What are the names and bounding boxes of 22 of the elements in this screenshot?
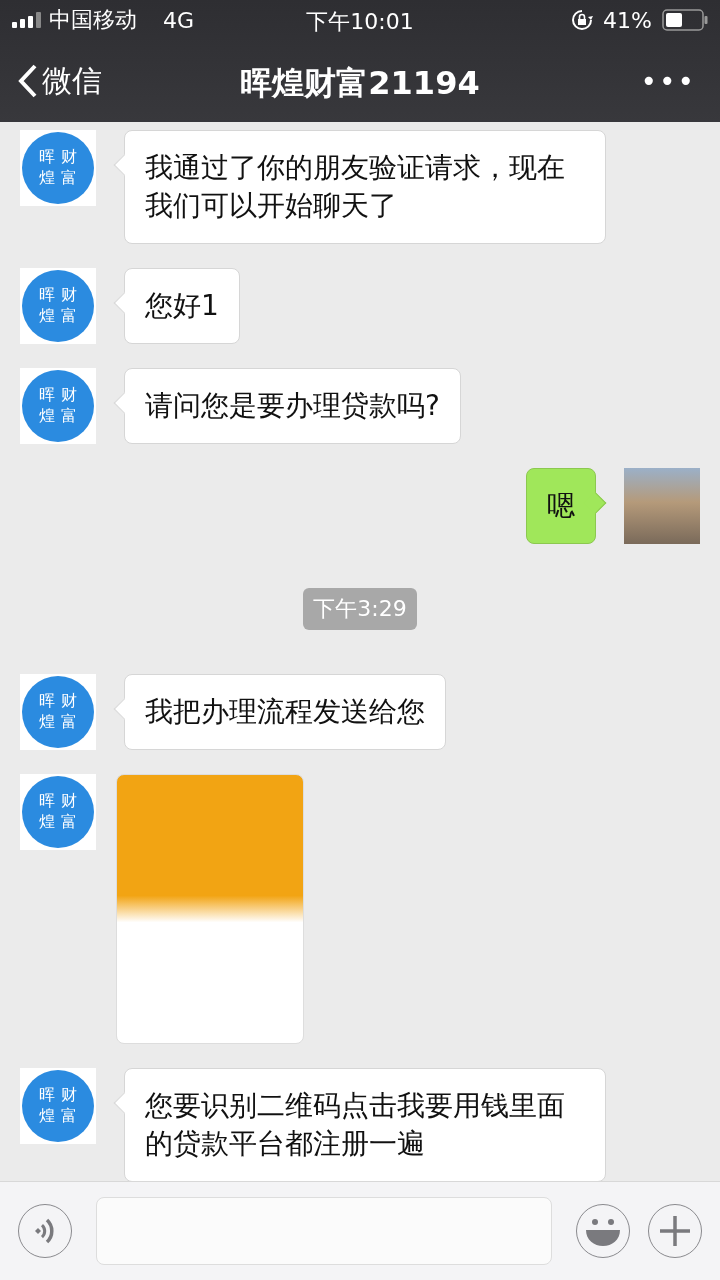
avatar-logo[interactable]: 晖 财 煌 富: [20, 1068, 96, 1144]
status-time: 下午10:01: [306, 9, 414, 34]
more-button[interactable]: •••: [634, 63, 702, 99]
rotation-lock-icon: [571, 9, 594, 31]
battery-icon: [662, 9, 708, 31]
avatar-logo[interactable]: 晖 财 煌 富: [20, 130, 96, 206]
chevron-left-icon: [18, 64, 38, 98]
message-input[interactable]: [96, 1197, 552, 1265]
image-placeholder[interactable]: [116, 774, 304, 1044]
avatar-logo[interactable]: 晖 财 煌 富: [20, 368, 96, 444]
carrier-name: 中国移动: [49, 6, 137, 34]
back-button[interactable]: 微信: [18, 60, 102, 102]
chat-title: 晖煌财富21194: [240, 64, 480, 102]
avatar-logo[interactable]: 晖 财 煌 富: [20, 674, 96, 750]
time-stamp: 下午3:29: [303, 588, 417, 630]
signal-icon: [12, 12, 41, 28]
avatar-logo[interactable]: 晖 财 煌 富: [20, 268, 96, 344]
avatar-logo[interactable]: 晖 财 煌 富: [20, 774, 96, 850]
battery-percent: 41%: [603, 7, 652, 33]
network-type: 4G: [163, 7, 195, 33]
plus-icon: [659, 1215, 691, 1247]
avatar-photo-placeholder[interactable]: [624, 468, 700, 544]
